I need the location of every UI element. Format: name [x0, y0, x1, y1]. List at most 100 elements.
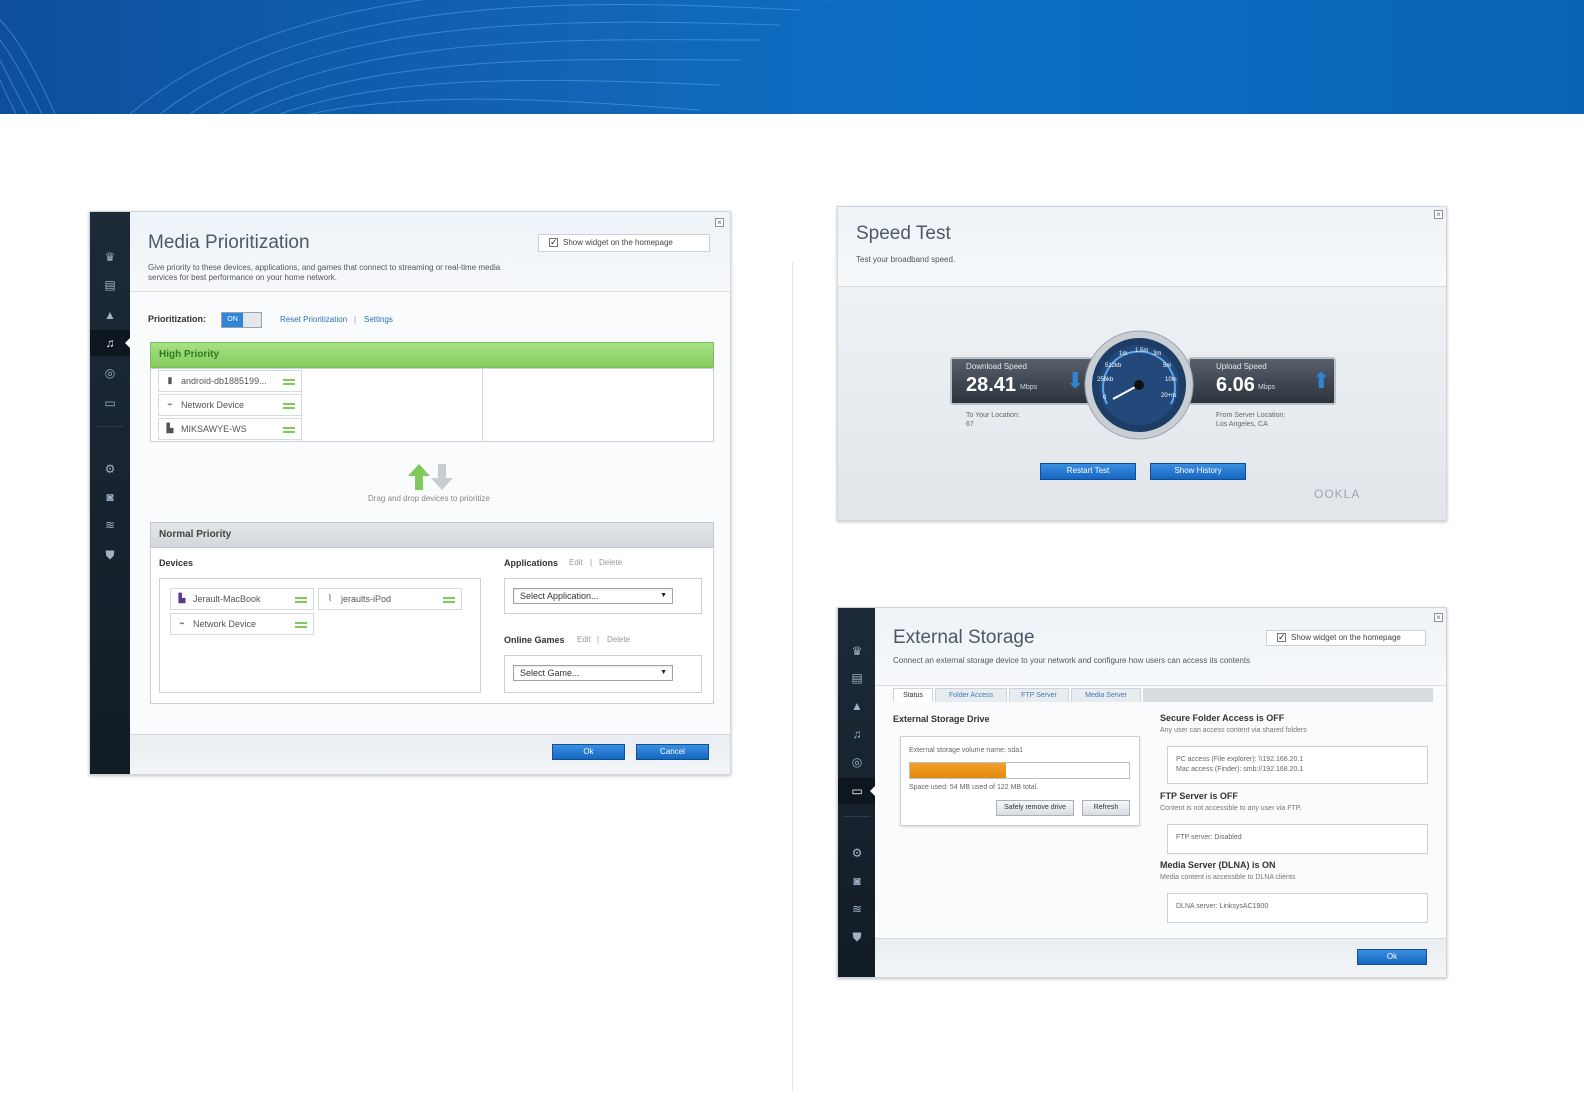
- connectivity-icon[interactable]: ⚙: [849, 846, 865, 860]
- close-icon[interactable]: ×: [1434, 210, 1443, 219]
- access-paths-box: [1167, 746, 1428, 784]
- close-icon[interactable]: ×: [715, 218, 724, 227]
- drag-handle-icon[interactable]: [443, 597, 455, 603]
- speed-test-icon[interactable]: ◎: [849, 755, 865, 769]
- drag-handle-icon[interactable]: [295, 622, 307, 628]
- ftp-status: FTP server: Disabled: [1176, 834, 1242, 841]
- upload-label: Upload Speed: [1216, 362, 1267, 371]
- reset-prioritization-link[interactable]: Reset Prioritization: [280, 315, 347, 324]
- tab-strip-fill: [1143, 688, 1433, 702]
- download-location: To Your Location: 67: [966, 411, 1020, 429]
- external-storage-icon[interactable]: ▭: [849, 784, 865, 798]
- download-arrow-icon: ⬇: [1066, 368, 1085, 393]
- device-name: android-db1885199...: [181, 376, 267, 386]
- wireless-icon[interactable]: ≋: [102, 518, 118, 532]
- high-priority-device-2[interactable]: ⌁ Network Device: [158, 394, 302, 416]
- games-edit-link[interactable]: Edit: [577, 635, 591, 644]
- drag-handle-icon[interactable]: [283, 427, 295, 433]
- space-used: Space used: 54 MB used of 122 MB total.: [909, 784, 1039, 791]
- devices-icon[interactable]: ▤: [849, 671, 865, 685]
- show-widget-checkbox[interactable]: ✓ Show widget on the homepage: [538, 234, 710, 252]
- network-map-icon[interactable]: ♛: [849, 644, 865, 658]
- prioritization-label: Prioritization:: [148, 314, 206, 324]
- external-storage-panel: ♛ ▤ ▲ ♫ ◎ ▭ ⚙ ◙ ≋ ⛊ × External Storage C…: [837, 607, 1447, 978]
- devices-icon[interactable]: ▤: [102, 278, 118, 292]
- ok-button[interactable]: Ok: [1357, 949, 1427, 965]
- show-history-button[interactable]: Show History: [1150, 463, 1246, 480]
- connectivity-icon[interactable]: ⚙: [102, 462, 118, 476]
- drag-handle-icon[interactable]: [283, 379, 295, 385]
- parental-controls-icon[interactable]: ◙: [102, 490, 118, 504]
- network-map-icon[interactable]: ♛: [102, 250, 118, 264]
- download-value: 28.41: [966, 374, 1017, 396]
- tab-ftp-server[interactable]: FTP Server: [1009, 688, 1069, 702]
- high-priority-label: High Priority: [159, 349, 220, 360]
- devices-label: Devices: [159, 558, 194, 568]
- normal-priority-label: Normal Priority: [159, 529, 232, 540]
- device-name: Network Device: [181, 400, 245, 410]
- prioritization-toggle[interactable]: ON: [221, 312, 262, 328]
- refresh-button[interactable]: Refresh: [1082, 800, 1130, 816]
- speed-test-icon[interactable]: ◎: [102, 366, 118, 380]
- ok-button[interactable]: Ok: [552, 744, 625, 760]
- parental-controls-icon[interactable]: ◙: [849, 874, 865, 888]
- media-player-icon: ⌇: [327, 593, 333, 603]
- normal-device-2[interactable]: ⌇ jeraults-iPod: [318, 588, 462, 610]
- restart-test-button[interactable]: Restart Test: [1040, 463, 1136, 480]
- security-icon[interactable]: ⛊: [849, 930, 865, 944]
- page-description: Connect an external storage device to yo…: [893, 656, 1251, 665]
- download-label: Download Speed: [966, 362, 1027, 371]
- external-storage-icon[interactable]: ▭: [102, 396, 118, 410]
- checkmark-icon: ✓: [1277, 632, 1286, 642]
- volume-name: External storage volume name: sda1: [909, 747, 1024, 754]
- high-priority-device-1[interactable]: ▮ android-db1885199...: [158, 370, 302, 392]
- gauge-tick-label: 10m: [1165, 377, 1177, 383]
- tab-status[interactable]: Status: [893, 688, 933, 702]
- game-select-value: Select Game...: [520, 668, 580, 678]
- troubleshooting-icon[interactable]: ▲: [102, 308, 118, 322]
- drag-handle-icon[interactable]: [295, 597, 307, 603]
- applications-label: Applications: [504, 558, 559, 568]
- show-widget-label: Show widget on the homepage: [1291, 633, 1401, 642]
- cancel-button[interactable]: Cancel: [636, 744, 709, 760]
- gauge-tick-label: 0: [1103, 395, 1107, 401]
- applications-edit-link[interactable]: Edit: [569, 558, 583, 567]
- close-icon[interactable]: ×: [1434, 613, 1443, 622]
- ftp-title: FTP Server is OFF: [1160, 791, 1238, 801]
- normal-device-1[interactable]: ▙ Jerault-MacBook: [170, 588, 314, 610]
- tab-folder-access[interactable]: Folder Access: [935, 688, 1007, 702]
- show-widget-checkbox[interactable]: ✓ Show widget on the homepage: [1266, 630, 1426, 646]
- troubleshooting-icon[interactable]: ▲: [849, 699, 865, 713]
- gauge-tick-label: 256kb: [1097, 377, 1114, 383]
- game-select[interactable]: Select Game... ▼: [513, 665, 673, 681]
- application-select[interactable]: Select Application... ▼: [513, 588, 673, 604]
- security-icon[interactable]: ⛊: [102, 548, 118, 562]
- upload-location-value: Los Angeles, CA: [1216, 421, 1268, 428]
- gauge-tick-label: 1m: [1119, 351, 1128, 357]
- page-title: External Storage: [893, 627, 1035, 648]
- media-prioritization-icon[interactable]: ♫: [849, 727, 865, 741]
- device-name: MIKSAWYE-WS: [181, 424, 247, 434]
- applications-delete-link[interactable]: Delete: [599, 558, 622, 567]
- media-prioritization-icon[interactable]: ♫: [102, 336, 118, 350]
- normal-device-3[interactable]: ⌁ Network Device: [170, 613, 314, 635]
- wireless-icon[interactable]: ≋: [849, 902, 865, 916]
- device-name: Network Device: [193, 619, 257, 629]
- games-delete-link[interactable]: Delete: [607, 635, 630, 644]
- phone-icon: ▮: [167, 375, 173, 385]
- storage-usage-fill: [910, 763, 1007, 778]
- high-priority-slots: [301, 369, 482, 441]
- drag-handle-icon[interactable]: [283, 403, 295, 409]
- tab-media-server[interactable]: Media Server: [1071, 688, 1141, 702]
- sidebar-separator: [96, 426, 124, 427]
- high-priority-device-3[interactable]: ▙ MIKSAWYE-WS: [158, 418, 302, 440]
- gauge-tick-label: 20+m: [1161, 393, 1177, 399]
- dlna-status: DLNA server: LinksysAC1900: [1176, 903, 1269, 910]
- safely-remove-drive-button[interactable]: Safely remove drive: [996, 800, 1074, 816]
- speed-test-panel: × Speed Test Test your broadband speed. …: [837, 206, 1447, 521]
- panel-header: [838, 207, 1446, 287]
- settings-link[interactable]: Settings: [364, 315, 393, 324]
- secure-folder-text: Any user can access content via shared f…: [1160, 727, 1307, 734]
- ookla-logo: OOKLA: [1314, 487, 1361, 501]
- normal-priority-header: Normal Priority: [150, 522, 714, 548]
